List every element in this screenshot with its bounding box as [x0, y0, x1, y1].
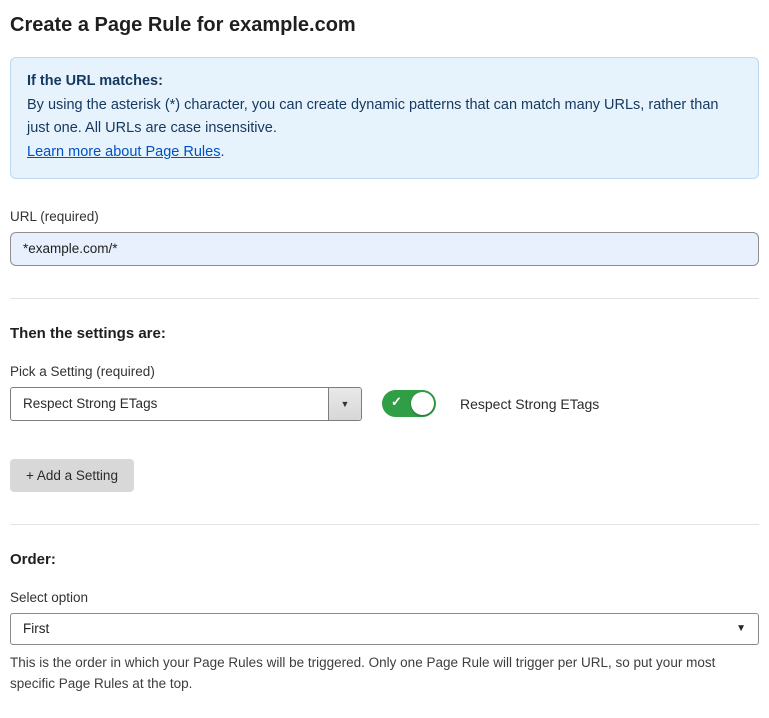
- url-label: URL (required): [10, 209, 759, 224]
- url-match-info-box: If the URL matches: By using the asteris…: [10, 57, 759, 179]
- setting-row: Respect Strong ETags ▼ ✓ Respect Strong …: [10, 387, 759, 421]
- info-box-body: By using the asterisk (*) character, you…: [27, 94, 742, 139]
- url-input[interactable]: [10, 232, 759, 266]
- caret-down-icon[interactable]: ▼: [328, 388, 361, 420]
- divider: [10, 524, 759, 525]
- divider: [10, 298, 759, 299]
- learn-more-link[interactable]: Learn more about Page Rules: [27, 144, 220, 160]
- page-title: Create a Page Rule for example.com: [10, 14, 759, 37]
- add-setting-button[interactable]: + Add a Setting: [10, 459, 134, 492]
- info-box-heading: If the URL matches:: [27, 70, 742, 92]
- page-rule-form: Create a Page Rule for example.com If th…: [0, 0, 769, 718]
- order-dropdown-value: First: [23, 621, 49, 636]
- order-dropdown[interactable]: First ▼: [10, 613, 759, 645]
- pick-setting-label: Pick a Setting (required): [10, 364, 759, 379]
- check-icon: ✓: [391, 395, 402, 408]
- setting-dropdown-value: Respect Strong ETags: [11, 388, 328, 420]
- etags-toggle[interactable]: ✓: [382, 390, 436, 417]
- setting-dropdown[interactable]: Respect Strong ETags ▼: [10, 387, 362, 421]
- order-heading: Order:: [10, 551, 759, 568]
- order-help-text: This is the order in which your Page Rul…: [10, 653, 750, 695]
- link-suffix: .: [220, 144, 224, 160]
- order-label: Select option: [10, 590, 759, 605]
- toggle-label: Respect Strong ETags: [460, 396, 599, 412]
- caret-down-icon: ▼: [736, 623, 746, 634]
- toggle-knob: [411, 392, 434, 415]
- settings-heading: Then the settings are:: [10, 325, 759, 342]
- info-link-row: Learn more about Page Rules.: [27, 141, 742, 163]
